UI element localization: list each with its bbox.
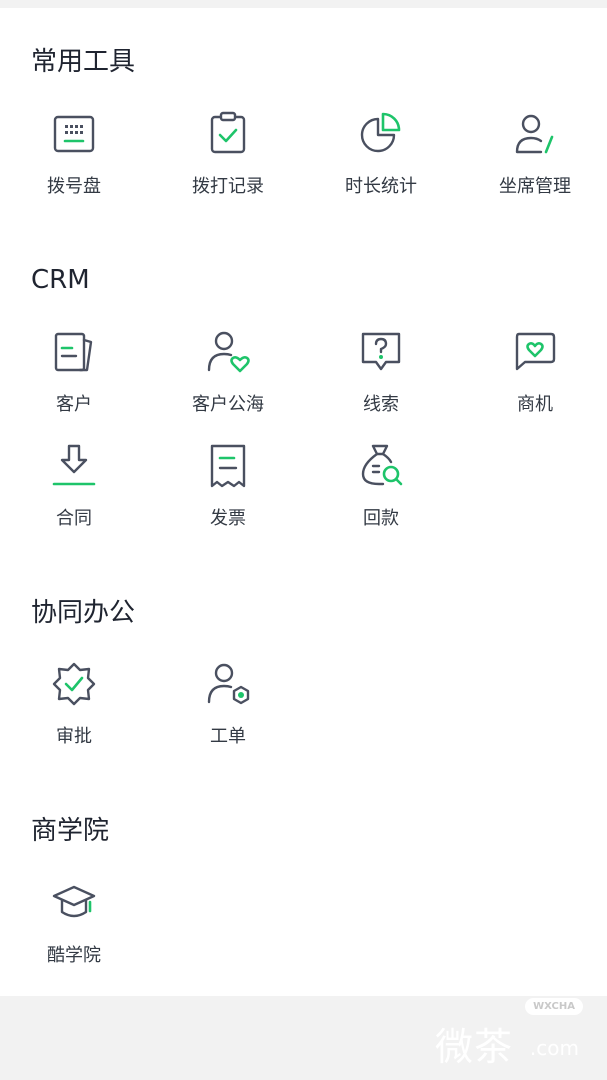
section-title-office: 协同办公 <box>31 598 136 628</box>
tools-panel: 常用工具 拨号盘 拨打记录 时长统计 坐席管理 CRM 客户 客户公海 线索 商… <box>0 8 607 996</box>
user-gear-icon <box>207 663 250 705</box>
crm-payment-label: 回款 <box>363 508 399 529</box>
tool-duration-stats-label: 时长统计 <box>345 176 417 197</box>
office-work-order[interactable]: 工单 <box>168 660 288 748</box>
watermark-badge: WXCHA <box>525 998 583 1015</box>
section-title-academy: 商学院 <box>31 816 110 846</box>
status-bar-area <box>0 0 607 8</box>
section-title-crm: CRM <box>31 265 90 295</box>
watermark-sub-text: .com <box>529 1036 579 1060</box>
tool-dialpad[interactable]: 拨号盘 <box>14 110 134 198</box>
academy-ku-college[interactable]: 酷学院 <box>14 879 134 967</box>
office-approval[interactable]: 审批 <box>14 660 134 748</box>
academy-ku-college-label: 酷学院 <box>47 945 101 966</box>
crm-payment[interactable]: 回款 <box>321 442 441 530</box>
clipboard-check-icon <box>210 111 246 154</box>
crm-leads[interactable]: 线索 <box>321 328 441 416</box>
crm-public-pool[interactable]: 客户公海 <box>168 328 288 416</box>
user-heart-icon <box>207 331 250 373</box>
pie-chart-icon <box>360 112 401 153</box>
crm-contract-label: 合同 <box>56 508 92 529</box>
crm-invoice[interactable]: 发票 <box>168 442 288 530</box>
crm-opportunity[interactable]: 商机 <box>475 328 595 416</box>
tool-duration-stats[interactable]: 时长统计 <box>321 110 441 198</box>
crm-customer[interactable]: 客户 <box>14 328 134 416</box>
crm-contract[interactable]: 合同 <box>14 442 134 530</box>
office-work-order-label: 工单 <box>210 726 246 747</box>
agent-icon <box>515 114 554 154</box>
tool-dialpad-label: 拨号盘 <box>47 176 101 197</box>
crm-customer-label: 客户 <box>56 394 92 415</box>
customer-doc-icon <box>54 332 93 372</box>
money-bag-search-icon <box>361 444 403 486</box>
crm-opportunity-label: 商机 <box>517 394 553 415</box>
question-bubble-icon <box>361 332 401 371</box>
tool-agent-management-label: 坐席管理 <box>499 176 571 197</box>
receipt-icon <box>210 444 246 488</box>
tool-agent-management[interactable]: 坐席管理 <box>475 110 595 198</box>
graduation-cap-icon <box>52 885 96 918</box>
office-approval-label: 审批 <box>56 726 92 747</box>
heart-bubble-icon <box>515 332 556 371</box>
watermark-main-text: 微茶 <box>435 1025 514 1069</box>
watermark-logo: 微茶 WXCHA .com <box>435 998 585 1069</box>
tool-call-records[interactable]: 拨打记录 <box>168 110 288 198</box>
section-title-tools: 常用工具 <box>31 47 136 77</box>
crm-leads-label: 线索 <box>363 394 399 415</box>
tool-call-records-label: 拨打记录 <box>192 176 264 197</box>
crm-invoice-label: 发票 <box>210 508 246 529</box>
download-icon <box>52 444 96 486</box>
keyboard-icon <box>53 115 95 153</box>
badge-check-icon <box>52 662 96 706</box>
crm-public-pool-label: 客户公海 <box>192 394 264 415</box>
